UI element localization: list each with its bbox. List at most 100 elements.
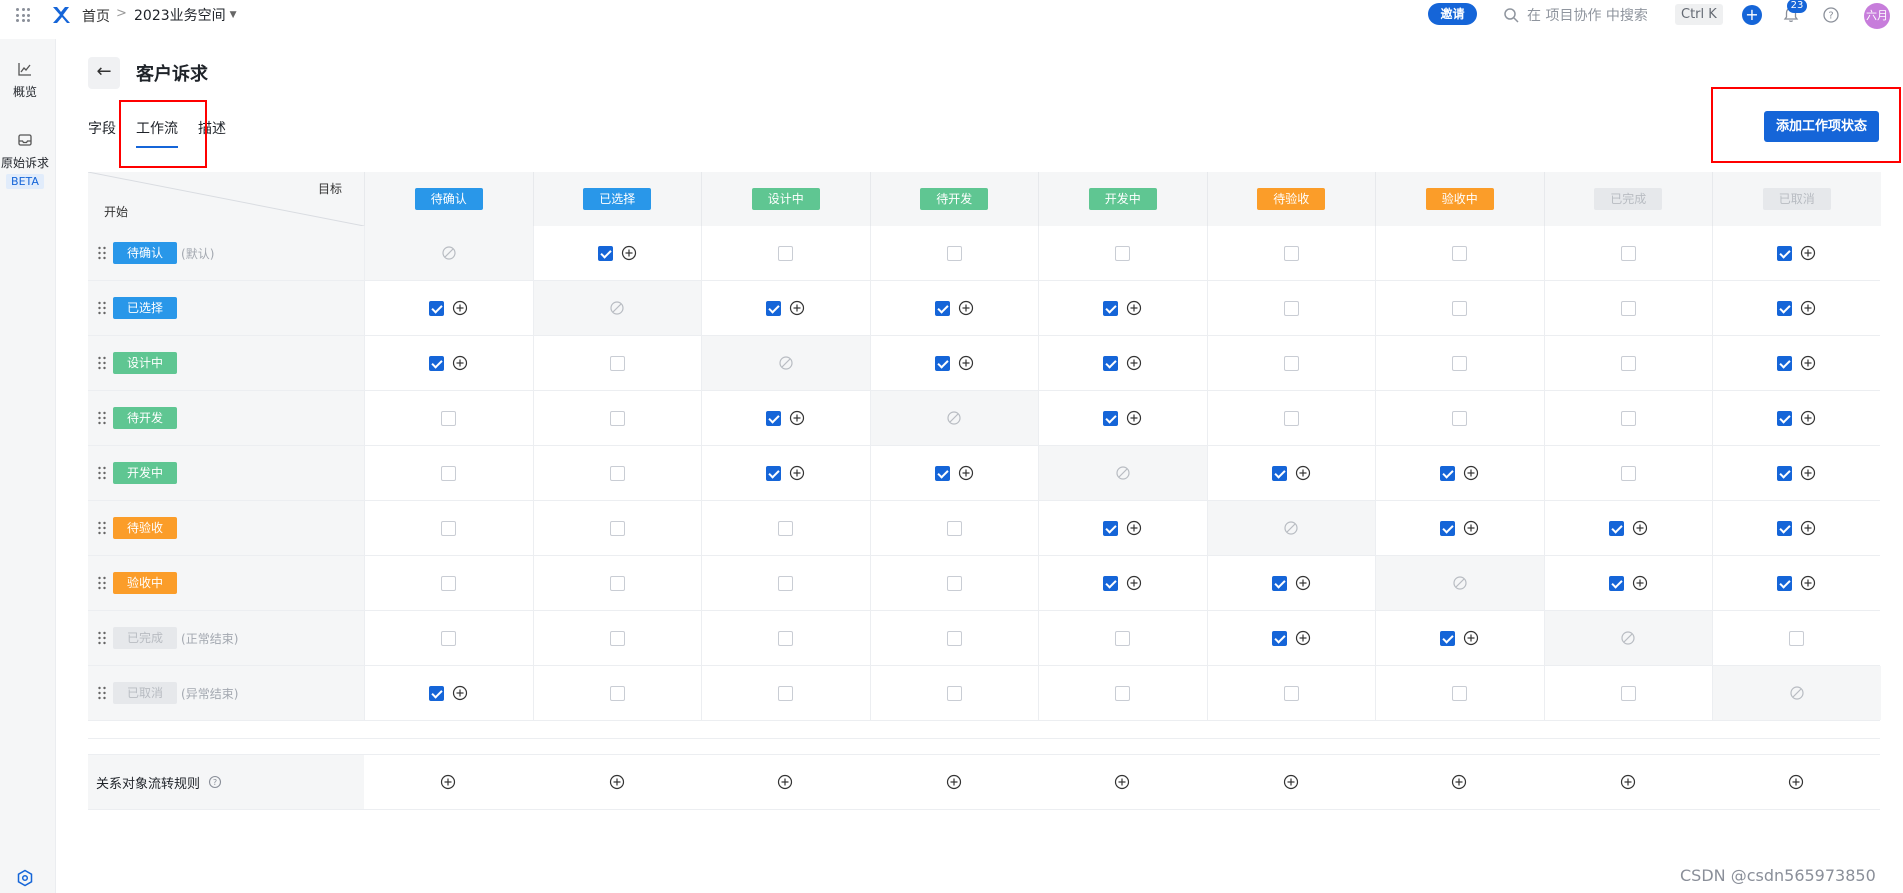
transition-checkbox[interactable] [441, 630, 457, 646]
transition-checkbox[interactable] [946, 520, 962, 536]
transition-checkbox[interactable] [766, 410, 782, 426]
transition-checkbox[interactable] [1777, 520, 1793, 536]
transition-checkbox[interactable] [441, 575, 457, 591]
transition-checkbox[interactable] [609, 355, 625, 371]
transition-checkbox[interactable] [1103, 575, 1119, 591]
create-button[interactable]: + [1742, 5, 1762, 25]
drag-handle-icon[interactable] [97, 631, 107, 645]
avatar[interactable]: 六月 [1864, 3, 1890, 29]
transition-checkbox[interactable] [1271, 630, 1287, 646]
drag-handle-icon[interactable] [97, 466, 107, 480]
transition-checkbox[interactable] [946, 245, 962, 261]
add-rule-icon[interactable] [1463, 520, 1479, 536]
transition-checkbox[interactable] [1608, 520, 1624, 536]
add-rule-icon[interactable] [946, 774, 962, 790]
transition-checkbox[interactable] [1115, 630, 1131, 646]
transition-checkbox[interactable] [1271, 575, 1287, 591]
add-rule-icon[interactable] [1295, 630, 1311, 646]
transition-checkbox[interactable] [1103, 520, 1119, 536]
add-rule-icon[interactable] [1283, 774, 1299, 790]
add-rule-icon[interactable] [452, 685, 468, 701]
transition-checkbox[interactable] [441, 410, 457, 426]
add-rule-icon[interactable] [1126, 520, 1142, 536]
drag-handle-icon[interactable] [97, 356, 107, 370]
transition-checkbox[interactable] [1620, 355, 1636, 371]
rail-item-raw-requests[interactable]: 原始诉求 BETA [0, 132, 50, 189]
transition-checkbox[interactable] [778, 245, 794, 261]
breadcrumb-space[interactable]: 2023业务空间 ▼ [134, 5, 237, 25]
add-rule-icon[interactable] [440, 774, 456, 790]
transition-checkbox[interactable] [1452, 685, 1468, 701]
add-rule-icon[interactable] [1800, 245, 1816, 261]
transition-checkbox[interactable] [1620, 410, 1636, 426]
transition-checkbox[interactable] [1103, 355, 1119, 371]
drag-handle-icon[interactable] [97, 521, 107, 535]
transition-checkbox[interactable] [778, 685, 794, 701]
breadcrumb-home[interactable]: 首页 [82, 6, 110, 26]
transition-checkbox[interactable] [429, 355, 445, 371]
rail-item-overview[interactable]: 概览 [0, 61, 50, 100]
add-rule-icon[interactable] [1800, 355, 1816, 371]
transition-checkbox[interactable] [1620, 245, 1636, 261]
transition-checkbox[interactable] [597, 245, 613, 261]
transition-checkbox[interactable] [1103, 410, 1119, 426]
transition-checkbox[interactable] [1452, 355, 1468, 371]
add-rule-icon[interactable] [1800, 465, 1816, 481]
transition-checkbox[interactable] [1452, 410, 1468, 426]
transition-checkbox[interactable] [1103, 300, 1119, 316]
transition-checkbox[interactable] [1777, 410, 1793, 426]
transition-checkbox[interactable] [946, 685, 962, 701]
help-icon[interactable]: ? [208, 775, 222, 789]
add-rule-icon[interactable] [1114, 774, 1130, 790]
drag-handle-icon[interactable] [97, 301, 107, 315]
transition-checkbox[interactable] [441, 520, 457, 536]
transition-checkbox[interactable] [441, 465, 457, 481]
transition-checkbox[interactable] [1777, 300, 1793, 316]
add-rule-icon[interactable] [1620, 774, 1636, 790]
add-rule-icon[interactable] [958, 300, 974, 316]
transition-checkbox[interactable] [1620, 465, 1636, 481]
transition-checkbox[interactable] [1620, 685, 1636, 701]
transition-checkbox[interactable] [1440, 465, 1456, 481]
add-rule-icon[interactable] [1788, 774, 1804, 790]
transition-checkbox[interactable] [778, 520, 794, 536]
transition-checkbox[interactable] [609, 410, 625, 426]
drag-handle-icon[interactable] [97, 411, 107, 425]
transition-checkbox[interactable] [1283, 355, 1299, 371]
transition-checkbox[interactable] [946, 630, 962, 646]
add-rule-icon[interactable] [1463, 465, 1479, 481]
transition-checkbox[interactable] [1608, 575, 1624, 591]
add-rule-icon[interactable] [1632, 575, 1648, 591]
add-rule-icon[interactable] [1451, 774, 1467, 790]
transition-checkbox[interactable] [1789, 630, 1805, 646]
apps-grid-icon[interactable] [16, 8, 30, 22]
add-rule-icon[interactable] [958, 465, 974, 481]
transition-checkbox[interactable] [429, 300, 445, 316]
transition-checkbox[interactable] [946, 575, 962, 591]
add-rule-icon[interactable] [609, 774, 625, 790]
add-rule-icon[interactable] [1800, 410, 1816, 426]
add-rule-icon[interactable] [789, 300, 805, 316]
back-button[interactable]: ← [88, 57, 120, 89]
add-rule-icon[interactable] [621, 245, 637, 261]
transition-checkbox[interactable] [609, 575, 625, 591]
add-rule-icon[interactable] [452, 355, 468, 371]
transition-checkbox[interactable] [609, 465, 625, 481]
add-rule-icon[interactable] [1463, 630, 1479, 646]
transition-checkbox[interactable] [1271, 465, 1287, 481]
transition-checkbox[interactable] [1452, 300, 1468, 316]
transition-checkbox[interactable] [934, 355, 950, 371]
tab-fields[interactable]: 字段 [88, 118, 116, 148]
transition-checkbox[interactable] [1777, 575, 1793, 591]
transition-checkbox[interactable] [609, 630, 625, 646]
add-rule-icon[interactable] [1800, 300, 1816, 316]
transition-checkbox[interactable] [1440, 520, 1456, 536]
transition-checkbox[interactable] [1777, 355, 1793, 371]
transition-checkbox[interactable] [934, 300, 950, 316]
add-rule-icon[interactable] [1126, 575, 1142, 591]
drag-handle-icon[interactable] [97, 686, 107, 700]
add-rule-icon[interactable] [1800, 520, 1816, 536]
transition-checkbox[interactable] [1452, 245, 1468, 261]
add-rule-icon[interactable] [1632, 520, 1648, 536]
transition-checkbox[interactable] [766, 300, 782, 316]
